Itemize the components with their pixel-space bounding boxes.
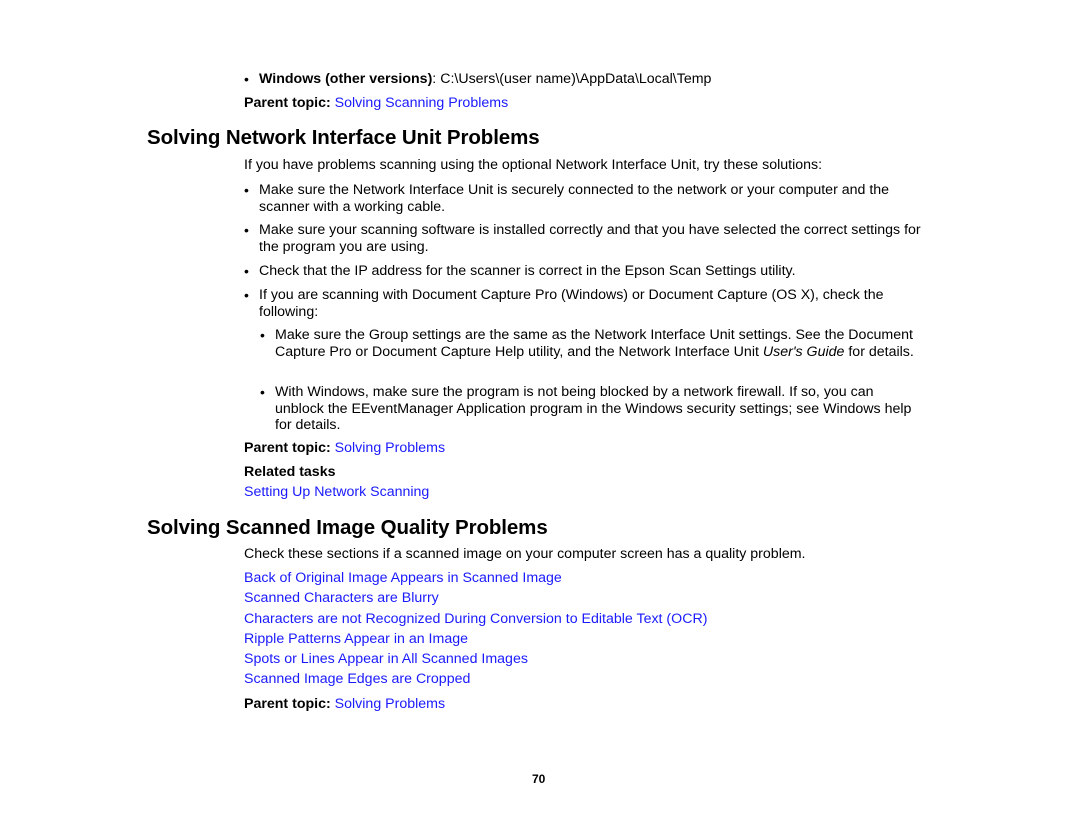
- bullet-text: Make sure the Network Interface Unit is …: [259, 182, 890, 215]
- page-number: 70: [532, 772, 546, 786]
- bullet-item: • Make sure the Network Interface Unit i…: [244, 182, 939, 215]
- bullet-icon: •: [260, 327, 265, 343]
- bullet-label: Windows (other versions): [259, 71, 433, 87]
- topic-link[interactable]: Spots or Lines Appear in All Scanned Ima…: [244, 651, 528, 668]
- bullet-text: Check that the IP address for the scanne…: [259, 263, 796, 279]
- topic-link[interactable]: Back of Original Image Appears in Scanne…: [244, 570, 562, 587]
- parent-topic-link[interactable]: Solving Problems: [335, 696, 445, 712]
- bullet-text: If you are scanning with Document Captur…: [259, 287, 884, 320]
- bullet-icon: •: [244, 222, 249, 238]
- bullet-item-windows-other: • Windows (other versions): C:\Users\(us…: [244, 71, 712, 88]
- sub-bullet-text-end: for details.: [844, 343, 914, 360]
- section-heading-image-quality: Solving Scanned Image Quality Problems: [147, 516, 548, 539]
- bullet-item: • If you are scanning with Document Capt…: [244, 287, 924, 320]
- bullet-icon: •: [244, 182, 249, 198]
- topic-link[interactable]: Ripple Patterns Appear in an Image: [244, 631, 468, 648]
- parent-topic-section2: Parent topic: Solving Problems: [244, 696, 445, 713]
- section-intro: Check these sections if a scanned image …: [244, 546, 806, 562]
- section-heading-network-interface: Solving Network Interface Unit Problems: [147, 126, 540, 149]
- related-tasks-label: Related tasks: [244, 464, 336, 480]
- sub-bullet-item: • Make sure the Group settings are the s…: [260, 327, 915, 360]
- parent-topic-label: Parent topic:: [244, 696, 331, 712]
- bullet-text: Make sure your scanning software is inst…: [259, 222, 921, 255]
- topic-link[interactable]: Scanned Image Edges are Cropped: [244, 671, 470, 688]
- parent-topic-section1: Parent topic: Solving Problems: [244, 440, 445, 457]
- bullet-item: • Check that the IP address for the scan…: [244, 263, 939, 280]
- sub-bullet-item: • With Windows, make sure the program is…: [260, 384, 920, 434]
- parent-topic-link[interactable]: Solving Scanning Problems: [335, 95, 509, 111]
- section-intro: If you have problems scanning using the …: [244, 157, 823, 173]
- parent-topic-top: Parent topic: Solving Scanning Problems: [244, 95, 508, 112]
- parent-topic-link[interactable]: Solving Problems: [335, 440, 445, 456]
- bullet-icon: •: [244, 71, 249, 87]
- bullet-icon: •: [244, 263, 249, 279]
- topic-link[interactable]: Characters are not Recognized During Con…: [244, 611, 707, 628]
- topic-link[interactable]: Scanned Characters are Blurry: [244, 590, 439, 607]
- parent-topic-label: Parent topic:: [244, 440, 331, 456]
- temp-path: C:\Users\(user name)\AppData\Local\Temp: [436, 71, 712, 87]
- bullet-icon: •: [260, 384, 265, 400]
- bullet-icon: •: [244, 287, 249, 303]
- related-task-link[interactable]: Setting Up Network Scanning: [244, 484, 429, 501]
- sub-bullet-text: With Windows, make sure the program is n…: [275, 384, 912, 433]
- bullet-item: • Make sure your scanning software is in…: [244, 222, 939, 255]
- parent-topic-label: Parent topic:: [244, 95, 331, 111]
- users-guide-title: User's Guide: [762, 343, 845, 360]
